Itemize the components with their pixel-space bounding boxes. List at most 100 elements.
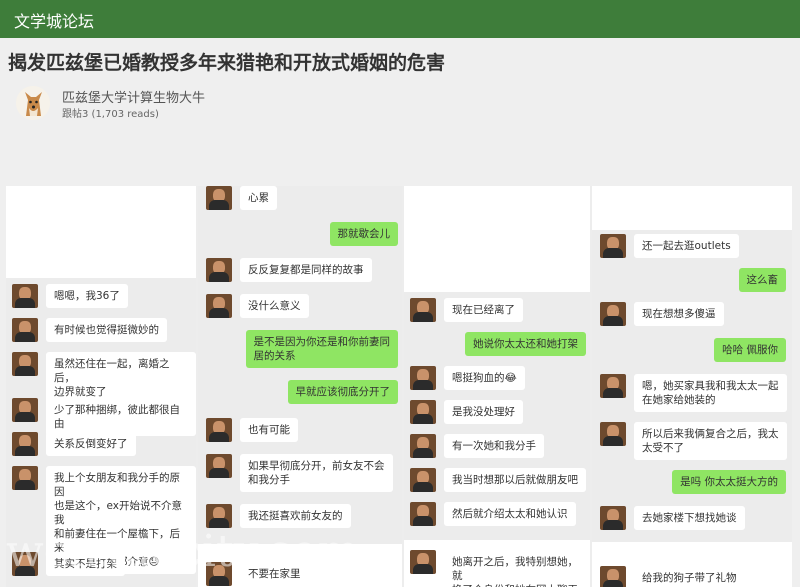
chat-message: 反反复复都是同样的故事 <box>206 258 372 282</box>
post-meta: 跟帖3 (1,703 reads) <box>62 109 159 120</box>
message-text: 她说你太太还和她打架 <box>465 332 586 356</box>
message-text: 虽然还住在一起，离婚之后， 边界就变了 <box>46 352 196 404</box>
message-text: 哈哈 佩服你 <box>714 338 786 362</box>
message-text: 现在已经离了 <box>444 298 523 322</box>
chat-message: 我还挺喜欢前女友的 <box>206 504 351 528</box>
message-text: 是我没处理好 <box>444 400 523 424</box>
avatar <box>410 468 436 492</box>
message-text: 少了那种捆绑，彼此都很自由 <box>46 398 196 436</box>
watermark: wenxuecity.com <box>6 526 360 577</box>
chat-panel-3: 现在已经离了 她说你太太还和她打架 嗯挺狗血的😂 是我没处理好 有一次她和我分手… <box>404 186 590 587</box>
avatar <box>12 352 38 376</box>
message-text: 给我的狗子带了礼物 <box>634 566 745 587</box>
avatar <box>12 466 38 490</box>
chat-message: 虽然还住在一起，离婚之后， 边界就变了 <box>12 352 196 404</box>
chat-message: 然后就介绍太太和她认识 <box>410 502 576 526</box>
blank-area <box>592 186 792 230</box>
chat-message: 如果早彻底分开，前女友不会 和我分手 <box>206 454 393 492</box>
avatar <box>600 234 626 258</box>
chat-message: 现在已经离了 <box>410 298 523 322</box>
message-text: 关系反倒变好了 <box>46 432 136 456</box>
avatar <box>12 284 38 308</box>
avatar <box>410 550 436 574</box>
chat-message: 那就歇会儿 <box>329 222 398 246</box>
avatar <box>600 506 626 530</box>
message-text: 嗯，她买家具我和我太太一起 在她家给她装的 <box>634 374 787 412</box>
author-name[interactable]: 匹兹堡大学计算生物大牛 <box>62 87 205 106</box>
avatar <box>410 400 436 424</box>
message-text: 我还挺喜欢前女友的 <box>240 504 351 528</box>
chat-message: 嗯挺狗血的😂 <box>410 366 525 390</box>
message-text: 还一起去逛outlets <box>634 234 739 258</box>
chat-message: 是我没处理好 <box>410 400 523 424</box>
chat-message: 这么畜 <box>738 268 786 292</box>
avatar <box>410 298 436 322</box>
chat-message: 所以后来我俩复合之后，我太 太受不了 <box>600 422 787 460</box>
avatar <box>206 258 232 282</box>
chat-message: 嗯，她买家具我和我太太一起 在她家给她装的 <box>600 374 787 412</box>
message-text: 那就歇会儿 <box>329 222 398 246</box>
message-text: 早就应该彻底分开了 <box>287 380 398 404</box>
chat-message: 哈哈 佩服你 <box>714 338 786 362</box>
avatar <box>12 432 38 456</box>
message-text: 所以后来我俩复合之后，我太 太受不了 <box>634 422 787 460</box>
chat-message: 是吗 你太太挺大方的 <box>672 470 786 494</box>
message-text: 嗯挺狗血的😂 <box>444 366 525 390</box>
post-title: 揭发匹兹堡已婚教授多年来猎艳和开放式婚姻的危害 <box>8 52 446 74</box>
chat-message: 没什么意义 <box>206 294 309 318</box>
chat-screenshot-collage: 嗯嗯，我36了 有时候也觉得挺微妙的 虽然还住在一起，离婚之后， 边界就变了 少… <box>6 186 792 587</box>
top-bar: 文学城论坛 <box>0 0 800 38</box>
chat-message: 关系反倒变好了 <box>12 432 136 456</box>
message-text: 现在想想多傻逼 <box>634 302 724 326</box>
chat-message: 她离开之后，我特别想她，就 换了个身份和她在网上聊天 <box>410 550 590 587</box>
chat-message: 也有可能 <box>206 418 298 442</box>
avatar <box>410 434 436 458</box>
site-title[interactable]: 文学城论坛 <box>14 8 94 32</box>
message-text: 是不是因为你还是和你前妻同 居的关系 <box>245 330 398 368</box>
chat-message: 还一起去逛outlets <box>600 234 739 258</box>
avatar <box>206 418 232 442</box>
message-text: 心累 <box>240 186 277 210</box>
message-text: 没什么意义 <box>240 294 309 318</box>
message-text: 她离开之后，我特别想她，就 换了个身份和她在网上聊天 <box>444 550 590 587</box>
chat-panel-4: 还一起去逛outlets 这么畜 现在想想多傻逼 哈哈 佩服你 嗯，她买家具我和… <box>592 186 792 587</box>
message-text: 去她家楼下想找她谈 <box>634 506 745 530</box>
chat-message: 是不是因为你还是和你前妻同 居的关系 <box>245 330 398 368</box>
message-text: 有时候也觉得挺微妙的 <box>46 318 167 342</box>
chat-message: 少了那种捆绑，彼此都很自由 <box>12 398 196 436</box>
avatar <box>206 454 232 478</box>
avatar <box>410 366 436 390</box>
chat-message: 有时候也觉得挺微妙的 <box>12 318 167 342</box>
chat-message: 给我的狗子带了礼物 <box>600 566 745 587</box>
avatar <box>206 504 232 528</box>
avatar <box>600 302 626 326</box>
message-text: 这么畜 <box>738 268 786 292</box>
chat-message: 她说你太太还和她打架 <box>465 332 586 356</box>
chat-message: 我当时想那以后就做朋友吧 <box>410 468 586 492</box>
avatar <box>12 398 38 422</box>
message-text: 也有可能 <box>240 418 298 442</box>
avatar <box>600 422 626 446</box>
chat-message: 嗯嗯，我36了 <box>12 284 128 308</box>
dog-icon <box>16 86 50 120</box>
avatar <box>206 186 232 210</box>
message-text: 我当时想那以后就做朋友吧 <box>444 468 586 492</box>
message-text: 然后就介绍太太和她认识 <box>444 502 576 526</box>
avatar <box>206 294 232 318</box>
message-text: 嗯嗯，我36了 <box>46 284 128 308</box>
chat-message: 心累 <box>206 186 277 210</box>
message-text: 反反复复都是同样的故事 <box>240 258 372 282</box>
blank-area <box>404 186 590 292</box>
blank-area <box>6 186 196 278</box>
chat-message: 现在想想多傻逼 <box>600 302 724 326</box>
avatar[interactable] <box>16 86 50 120</box>
message-text: 如果早彻底分开，前女友不会 和我分手 <box>240 454 393 492</box>
chat-message: 有一次她和我分手 <box>410 434 544 458</box>
message-text: 是吗 你太太挺大方的 <box>672 470 786 494</box>
avatar <box>600 374 626 398</box>
chat-message: 去她家楼下想找她谈 <box>600 506 745 530</box>
message-text: 有一次她和我分手 <box>444 434 544 458</box>
chat-message: 早就应该彻底分开了 <box>287 380 398 404</box>
avatar <box>12 318 38 342</box>
avatar <box>600 566 626 587</box>
